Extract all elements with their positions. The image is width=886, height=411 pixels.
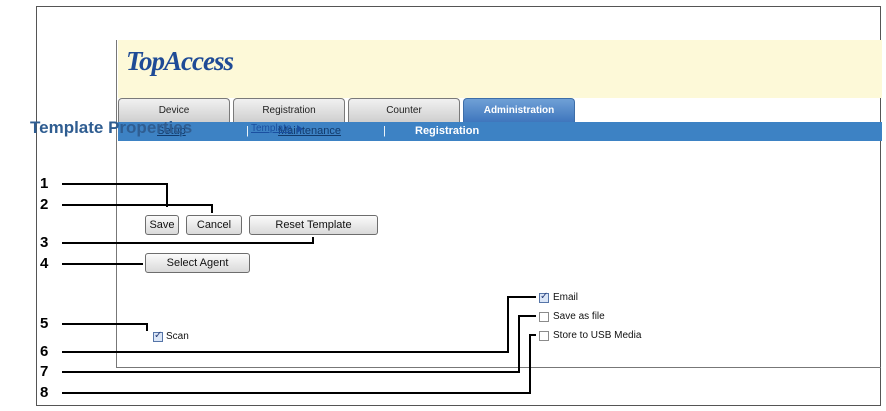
callout-number-2: 2 <box>40 196 49 213</box>
callout-number-4: 4 <box>40 255 49 272</box>
callout-number-1: 1 <box>40 175 49 192</box>
callout-line-3 <box>62 237 314 244</box>
callout-line-5 <box>62 323 148 331</box>
callout-line-1 <box>62 183 168 207</box>
callout-line-8 <box>62 334 536 394</box>
callout-number-7: 7 <box>40 363 49 380</box>
callout-number-3: 3 <box>40 234 49 251</box>
callout-number-6: 6 <box>40 343 49 360</box>
callout-lines <box>62 183 536 394</box>
callout-line-2 <box>62 204 213 213</box>
callout-number-8: 8 <box>40 384 49 401</box>
callout-number-5: 5 <box>40 315 49 332</box>
